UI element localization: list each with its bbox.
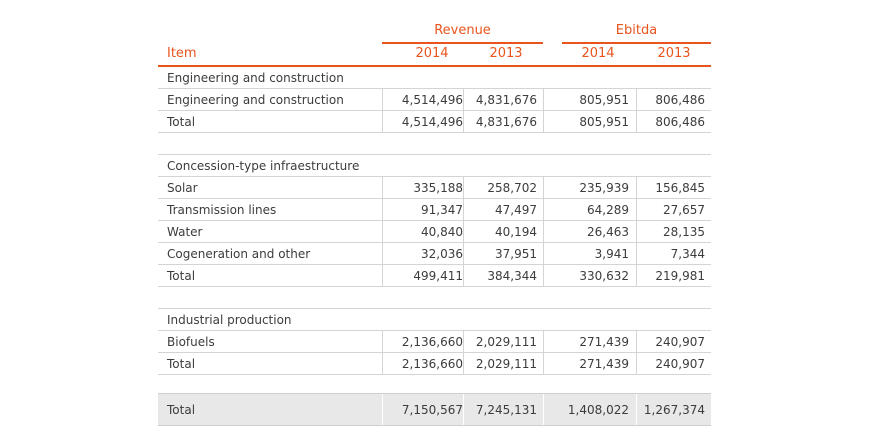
- ebitda-2014-cell: 3,941: [594, 247, 629, 261]
- item-column-header: Item: [167, 46, 197, 61]
- section-title: Concession-type infraestructure: [167, 159, 360, 173]
- column-header-row: Item 2014 2013 2014 2013: [158, 44, 711, 67]
- revenue-2013-cell: 258,702: [487, 181, 537, 195]
- row-label: Transmission lines: [167, 203, 277, 217]
- revenue-2013-cell: 4,831,676: [475, 115, 537, 129]
- revenue-2013-header: 2013: [489, 46, 523, 61]
- revenue-2014-cell: 32,036: [421, 247, 463, 261]
- revenue-2014-cell: 91,347: [421, 203, 463, 217]
- subtotal-row: Total 2,136,660 2,029,111 271,439 240,90…: [158, 353, 711, 375]
- ebitda-2014-cell: 271,439: [579, 357, 629, 371]
- ebitda-2013-cell: 156,845: [655, 181, 705, 195]
- table-row: Biofuels 2,136,660 2,029,111 271,439 240…: [158, 331, 711, 353]
- ebitda-2013-cell: 1,267,374: [643, 403, 705, 417]
- row-label: Total: [167, 115, 196, 129]
- ebitda-2013-cell: 28,135: [663, 225, 705, 239]
- row-label: Total: [167, 269, 196, 283]
- section-title: Industrial production: [167, 313, 292, 327]
- revenue-2013-cell: 2,029,111: [475, 357, 537, 371]
- ebitda-2014-cell: 805,951: [579, 115, 629, 129]
- revenue-2014-cell: 4,514,496: [401, 115, 463, 129]
- revenue-2014-cell: 2,136,660: [401, 335, 463, 349]
- ebitda-2013-cell: 27,657: [663, 203, 705, 217]
- ebitda-2014-cell: 271,439: [579, 335, 629, 349]
- table-row: Engineering and construction 4,514,496 4…: [158, 89, 711, 111]
- row-label: Total: [167, 403, 196, 417]
- grand-total-row: Total 7,150,567 7,245,131 1,408,022 1,26…: [158, 393, 711, 426]
- revenue-2014-cell: 499,411: [413, 269, 463, 283]
- section-heading-row: Engineering and construction: [158, 67, 711, 89]
- revenue-2013-cell: 2,029,111: [475, 335, 537, 349]
- ebitda-2014-cell: 330,632: [579, 269, 629, 283]
- table-row: Transmission lines 91,347 47,497 64,289 …: [158, 199, 711, 221]
- table-row: Cogeneration and other 32,036 37,951 3,9…: [158, 243, 711, 265]
- spacer-row: [158, 133, 711, 155]
- revenue-2014-cell: 7,150,567: [401, 403, 463, 417]
- section-heading-row: Industrial production: [158, 309, 711, 331]
- ebitda-2014-header: 2014: [581, 46, 615, 61]
- revenue-2013-cell: 7,245,131: [475, 403, 537, 417]
- ebitda-2013-cell: 806,486: [655, 93, 705, 107]
- table-row: Water 40,840 40,194 26,463 28,135: [158, 221, 711, 243]
- revenue-2013-cell: 384,344: [487, 269, 537, 283]
- ebitda-2014-cell: 26,463: [587, 225, 629, 239]
- ebitda-2014-cell: 235,939: [579, 181, 629, 195]
- ebitda-2013-cell: 806,486: [655, 115, 705, 129]
- row-label: Solar: [167, 181, 198, 195]
- revenue-2014-cell: 335,188: [413, 181, 463, 195]
- revenue-2014-header: 2014: [415, 46, 449, 61]
- ebitda-2014-cell: 1,408,022: [567, 403, 629, 417]
- table-row: Solar 335,188 258,702 235,939 156,845: [158, 177, 711, 199]
- subtotal-row: Total 4,514,496 4,831,676 805,951 806,48…: [158, 111, 711, 133]
- section-title: Engineering and construction: [167, 71, 344, 85]
- ebitda-2013-cell: 240,907: [655, 357, 705, 371]
- row-label: Engineering and construction: [167, 93, 344, 107]
- spacer-row: [158, 287, 711, 309]
- revenue-2013-cell: 4,831,676: [475, 93, 537, 107]
- section-heading-row: Concession-type infraestructure: [158, 155, 711, 177]
- row-label: Biofuels: [167, 335, 215, 349]
- ebitda-2013-cell: 240,907: [655, 335, 705, 349]
- row-label: Total: [167, 357, 196, 371]
- revenue-2013-cell: 37,951: [495, 247, 537, 261]
- revenue-2013-cell: 40,194: [495, 225, 537, 239]
- ebitda-2013-header: 2013: [657, 46, 691, 61]
- ebitda-group-header: Ebitda: [562, 22, 711, 44]
- ebitda-2014-cell: 805,951: [579, 93, 629, 107]
- revenue-2013-cell: 47,497: [495, 203, 537, 217]
- revenue-2014-cell: 4,514,496: [401, 93, 463, 107]
- row-label: Water: [167, 225, 203, 239]
- ebitda-2013-cell: 7,344: [670, 247, 705, 261]
- subtotal-row: Total 499,411 384,344 330,632 219,981: [158, 265, 711, 287]
- row-label: Cogeneration and other: [167, 247, 311, 261]
- revenue-2014-cell: 40,840: [421, 225, 463, 239]
- ebitda-2014-cell: 64,289: [587, 203, 629, 217]
- revenue-2014-cell: 2,136,660: [401, 357, 463, 371]
- revenue-group-header: Revenue: [382, 22, 543, 44]
- ebitda-2013-cell: 219,981: [655, 269, 705, 283]
